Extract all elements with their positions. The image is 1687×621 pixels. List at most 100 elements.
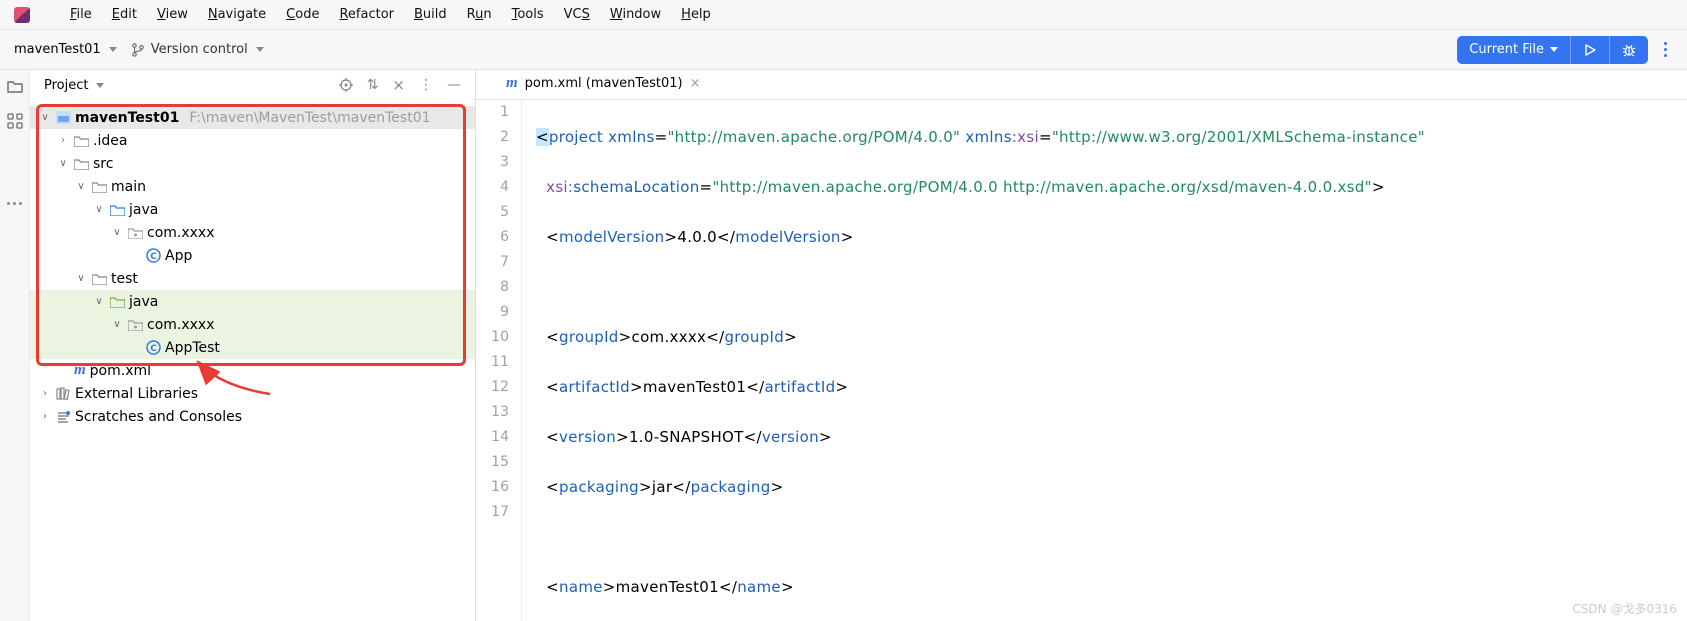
editor-tabs: m pom.xml (mavenTest01) × (476, 70, 1687, 100)
navbar: mavenTest01 Version control Current File (0, 30, 1687, 70)
tree-root[interactable]: ∨ mavenTest01 F:\maven\MavenTest\mavenTe… (30, 106, 475, 129)
tree-scratches[interactable]: › Scratches and Consoles (30, 405, 475, 428)
tree-app[interactable]: · C App (30, 244, 475, 267)
project-panel: Project ⇅ × ⋮ — ∨ mavenTest01 F:\maven\M… (30, 70, 476, 621)
maven-icon: m (506, 75, 518, 92)
folder-icon (74, 158, 89, 170)
tree-item-label: pom.xml (90, 363, 151, 379)
editor-tab-pom[interactable]: m pom.xml (mavenTest01) × (496, 71, 711, 98)
locate-icon[interactable] (339, 78, 353, 92)
code-model-version: 4.0.0 (677, 228, 717, 246)
project-panel-header: Project ⇅ × ⋮ — (30, 70, 475, 100)
maven-icon: m (74, 362, 86, 379)
tree-item-path: F:\maven\MavenTest\mavenTest01 (189, 110, 430, 126)
menu-file[interactable]: File (60, 5, 102, 24)
menu-run[interactable]: Run (457, 5, 502, 24)
tree-item-label: AppTest (165, 340, 220, 356)
collapse-icon[interactable]: × (392, 76, 405, 94)
tree-item-label: src (93, 156, 113, 172)
menu-help[interactable]: Help (671, 5, 721, 24)
tree-item-label: Scratches and Consoles (75, 409, 242, 425)
tree-pom[interactable]: · m pom.xml (30, 359, 475, 382)
menu-navigate[interactable]: Navigate (198, 5, 276, 24)
class-icon: C (146, 248, 161, 263)
tree-item-label: main (111, 179, 146, 195)
tree-item-label: External Libraries (75, 386, 198, 402)
left-tool-gutter (0, 70, 30, 621)
project-panel-title[interactable]: Project (44, 78, 104, 93)
app-logo-icon (14, 7, 30, 23)
run-config-label: Current File (1469, 42, 1544, 57)
chevron-down-icon (96, 83, 104, 88)
class-icon: C (146, 340, 161, 355)
editor-tab-label: pom.xml (mavenTest01) (525, 76, 683, 91)
test-folder-icon (110, 296, 125, 308)
menu-tools[interactable]: Tools (502, 5, 554, 24)
structure-icon[interactable] (6, 112, 24, 130)
project-crumb[interactable]: mavenTest01 (14, 42, 117, 57)
version-control-selector[interactable]: Version control (131, 42, 264, 57)
menu-view[interactable]: View (147, 5, 198, 24)
package-icon (128, 319, 143, 331)
tree-main-java[interactable]: ∨ java (30, 198, 475, 221)
tree-test-java[interactable]: ∨ java (30, 290, 475, 313)
menubar: File Edit View Navigate Code Refactor Bu… (0, 0, 1687, 30)
folder-icon (92, 181, 107, 193)
tree-item-label: test (111, 271, 138, 287)
editor-body[interactable]: 1234567891011121314151617 <project xmlns… (476, 100, 1687, 621)
tree-test-pkg[interactable]: ∨ com.xxxx (30, 313, 475, 336)
tree-test[interactable]: ∨ test (30, 267, 475, 290)
menu-code[interactable]: Code (276, 5, 329, 24)
code-name: mavenTest01 (616, 578, 719, 596)
menu-window[interactable]: Window (600, 5, 671, 24)
more-actions-button[interactable] (1658, 36, 1673, 63)
run-button[interactable] (1570, 36, 1609, 64)
menu-vcs[interactable]: VCS (554, 5, 600, 24)
hide-icon[interactable]: — (447, 77, 461, 93)
branch-icon (131, 43, 145, 57)
more-tools-icon[interactable] (7, 202, 22, 205)
tree-external-libs[interactable]: › External Libraries (30, 382, 475, 405)
source-folder-icon (110, 204, 125, 216)
svg-text:C: C (150, 344, 157, 354)
debug-button[interactable] (1609, 36, 1648, 64)
tree-idea[interactable]: › .idea (30, 129, 475, 152)
tree-main[interactable]: ∨ main (30, 175, 475, 198)
folder-icon[interactable] (6, 78, 24, 96)
chevron-down-icon (256, 47, 264, 52)
menu-edit[interactable]: Edit (102, 5, 147, 24)
expand-all-icon[interactable]: ⇅ (367, 77, 379, 93)
code-version: 1.0-SNAPSHOT (629, 428, 744, 446)
code-artifact-id: mavenTest01 (643, 378, 746, 396)
editor-panel: m pom.xml (mavenTest01) × 12345678910111… (476, 70, 1687, 621)
tree-main-pkg[interactable]: ∨ com.xxxx (30, 221, 475, 244)
bug-icon (1622, 43, 1636, 57)
libraries-icon (56, 387, 71, 400)
run-config-pill: Current File (1457, 36, 1648, 64)
version-control-label: Version control (151, 42, 248, 57)
svg-text:C: C (150, 252, 157, 262)
tree-item-label: java (129, 294, 158, 310)
tree-item-label: com.xxxx (147, 317, 215, 333)
chevron-down-icon (109, 47, 117, 52)
tree-apptest[interactable]: · C AppTest (30, 336, 475, 359)
tree-item-label: java (129, 202, 158, 218)
project-panel-title-label: Project (44, 78, 88, 93)
scratches-icon (56, 410, 71, 423)
tree-src[interactable]: ∨ src (30, 152, 475, 175)
line-gutter: 1234567891011121314151617 (476, 100, 522, 621)
settings-icon[interactable]: ⋮ (419, 77, 433, 93)
menu-build[interactable]: Build (404, 5, 457, 24)
folder-icon (92, 273, 107, 285)
tree-item-label: com.xxxx (147, 225, 215, 241)
watermark: CSDN @戈多0316 (1572, 600, 1677, 617)
tree-item-label: .idea (93, 133, 127, 149)
code-area[interactable]: <project xmlns="http://maven.apache.org/… (522, 100, 1687, 621)
chevron-down-icon (1550, 47, 1558, 52)
close-icon[interactable]: × (690, 76, 701, 91)
tree-item-label: mavenTest01 (75, 110, 179, 126)
tree-item-label: App (165, 248, 192, 264)
menu-refactor[interactable]: Refactor (329, 5, 404, 24)
run-config-selector[interactable]: Current File (1457, 36, 1570, 64)
code-packaging: jar (652, 478, 672, 496)
